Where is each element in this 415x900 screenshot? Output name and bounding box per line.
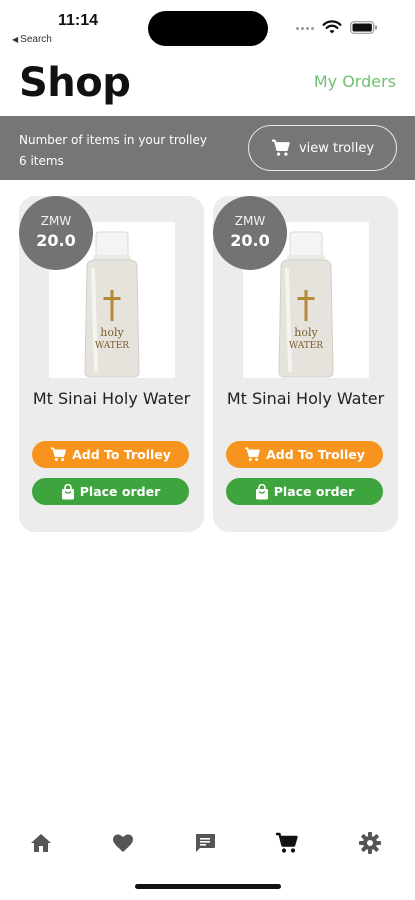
trolley-label: Number of items in your trolley — [19, 133, 207, 147]
bottle-label-line-1: holy — [100, 326, 124, 339]
view-trolley-label: view trolley — [298, 140, 375, 156]
place-order-label: Place order — [79, 484, 161, 499]
price-value: 20.0 — [36, 231, 76, 250]
chat-icon — [196, 834, 215, 852]
nav-cart[interactable] — [274, 830, 300, 856]
shopping-bag-icon — [61, 483, 74, 499]
product-name: Mt Sinai Holy Water — [32, 389, 191, 408]
place-order-label: Place order — [273, 484, 355, 499]
place-order-button[interactable]: Place order — [226, 478, 383, 505]
product-name: Mt Sinai Holy Water — [226, 389, 385, 408]
cart-icon — [276, 832, 298, 853]
add-to-trolley-button[interactable]: Add To Trolley — [226, 441, 383, 468]
back-triangle-icon: ◀ — [12, 35, 19, 44]
bottom-tab-bar — [0, 822, 415, 862]
cart-icon — [271, 139, 290, 156]
bottle-label-line-2: WATER — [289, 341, 323, 351]
cart-icon — [51, 447, 66, 462]
page-title: Shop — [19, 60, 131, 106]
bottle-label-line-1: holy — [294, 326, 318, 339]
add-to-trolley-button[interactable]: Add To Trolley — [32, 441, 189, 468]
bottle-label-line-2: WATER — [95, 341, 129, 351]
status-time: 11:14 — [58, 12, 99, 29]
wifi-icon — [322, 20, 342, 34]
nav-settings[interactable] — [357, 830, 383, 856]
my-orders-link[interactable]: My Orders — [314, 72, 396, 91]
shopping-bag-icon — [255, 483, 268, 499]
trolley-summary: Number of items in your trolley 6 items — [19, 130, 207, 172]
status-bar: 11:14 ◀ Search — [0, 0, 415, 56]
cellular-signal-icon — [296, 27, 316, 33]
trolley-banner: Number of items in your trolley 6 items … — [0, 116, 415, 180]
price-currency: ZMW — [234, 214, 266, 228]
view-trolley-button[interactable]: view trolley — [248, 125, 397, 171]
gear-icon — [359, 832, 381, 854]
home-icon — [31, 834, 51, 852]
price-currency: ZMW — [40, 214, 72, 228]
price-badge: ZMW 20.0 — [19, 196, 93, 270]
nav-home[interactable] — [28, 830, 54, 856]
place-order-button[interactable]: Place order — [32, 478, 189, 505]
add-to-trolley-label: Add To Trolley — [72, 447, 171, 462]
nav-favorites[interactable] — [110, 830, 136, 856]
product-card[interactable]: holy WATER ZMW 20.0 Mt Sinai Holy Water … — [213, 196, 398, 532]
nav-messages[interactable] — [192, 830, 218, 856]
price-value: 20.0 — [230, 231, 270, 250]
add-to-trolley-label: Add To Trolley — [266, 447, 365, 462]
back-search-label: Search — [20, 34, 52, 45]
heart-icon — [113, 834, 133, 852]
price-badge: ZMW 20.0 — [213, 196, 287, 270]
trolley-count: 6 items — [19, 154, 64, 168]
battery-icon — [350, 21, 377, 34]
cart-icon — [245, 447, 260, 462]
home-indicator[interactable] — [135, 884, 281, 889]
dynamic-island — [148, 11, 268, 46]
product-card[interactable]: holy WATER ZMW 20.0 Mt Sinai Holy Water … — [19, 196, 204, 532]
back-to-search-link[interactable]: ◀ Search — [12, 34, 52, 45]
